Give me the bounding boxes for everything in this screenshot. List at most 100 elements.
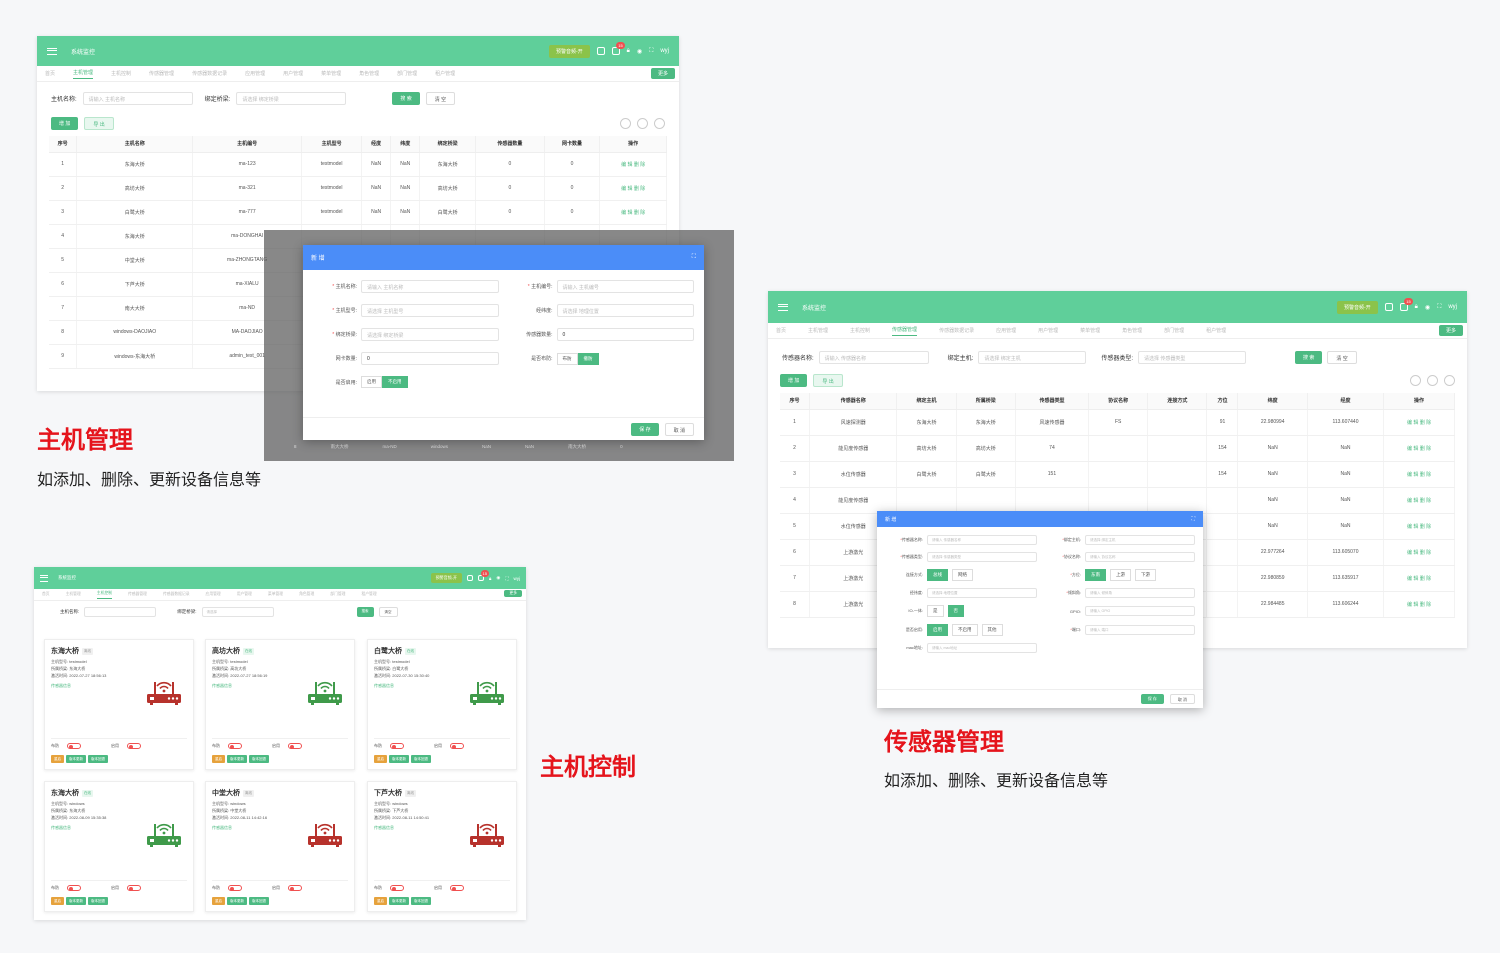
edit-link[interactable]: 编 辑 <box>1407 550 1418 556</box>
enable-toggle[interactable] <box>127 885 141 891</box>
table-row[interactable]: 1 风速探测器 东海大桥 东海大桥 风速传感器 FS 91 22.980994 113.6074… <box>780 409 1455 436</box>
more-button[interactable]: 更多 <box>1438 325 1463 336</box>
alarm-audio-button[interactable]: 预警音频-开 <box>430 573 462 583</box>
enable-on-option[interactable]: 启用 <box>361 376 382 388</box>
deploy-toggle[interactable] <box>67 885 81 891</box>
dir-upstream-option[interactable]: 上游 <box>1110 569 1131 581</box>
delete-link[interactable]: 删 除 <box>1420 420 1431 426</box>
refresh-icon[interactable] <box>620 118 631 129</box>
user-name[interactable]: wyj <box>660 48 669 54</box>
settings-icon[interactable] <box>1427 375 1438 386</box>
search-toggle-icon[interactable] <box>654 118 665 129</box>
host-name-input[interactable] <box>84 607 157 617</box>
tab-app-management[interactable]: 应用管理 <box>245 70 265 77</box>
more-button[interactable]: 更多 <box>504 590 522 597</box>
clear-button[interactable]: 清 空 <box>1327 351 1357 364</box>
export-button[interactable]: 导 出 <box>84 117 114 130</box>
deploy-off-option[interactable]: 撤防 <box>577 352 599 365</box>
delete-link[interactable]: 删 除 <box>1420 550 1431 556</box>
settings-icon[interactable] <box>637 118 648 129</box>
angle-field[interactable]: 请输入 倾斜角 <box>1085 588 1195 598</box>
version-rollback-button[interactable]: 版本回退 <box>411 897 431 905</box>
add-button[interactable]: 增 加 <box>780 374 808 387</box>
restart-button[interactable]: 重启 <box>51 755 64 763</box>
delete-link[interactable]: 删 除 <box>1420 472 1431 478</box>
tab-user-management[interactable]: 用户管理 <box>237 592 252 597</box>
edit-link[interactable]: 编 辑 <box>1407 602 1418 608</box>
version-rollback-button[interactable]: 版本回退 <box>249 755 269 763</box>
tab-host-control[interactable]: 主机控制 <box>96 591 112 599</box>
lnglat-field[interactable]: 请选择 地理位置 <box>556 304 694 317</box>
menu-icon[interactable] <box>778 303 788 311</box>
host-bind-field[interactable]: 请选择 绑定主机 <box>1085 535 1195 545</box>
bridge-field-select[interactable]: 请选择 绑定桥梁 <box>361 328 499 341</box>
tab-app-management[interactable]: 应用管理 <box>996 327 1016 334</box>
tab-sensor-management[interactable]: 传感器管理 <box>149 70 174 77</box>
dir-southeast-option[interactable]: 东南 <box>1085 569 1106 581</box>
tab-dept-management[interactable]: 部门管理 <box>1164 327 1184 334</box>
tab-dept-management[interactable]: 部门管理 <box>397 70 417 77</box>
more-button[interactable]: 更多 <box>650 68 675 79</box>
deploy-toggle[interactable] <box>390 743 404 749</box>
enable-toggle[interactable] <box>450 885 464 891</box>
bridge-select[interactable]: 请选择 绑定桥梁 <box>236 92 347 105</box>
delete-link[interactable]: 删 除 <box>1420 576 1431 582</box>
table-row[interactable]: 3 水位传感器 白鹭大桥 白鹭大桥 151 154 NaN NaN 编 辑 删 除 <box>780 461 1455 488</box>
delete-link[interactable]: 删 除 <box>1420 602 1431 608</box>
edit-link[interactable]: 编 辑 <box>1407 498 1418 504</box>
fullscreen-icon[interactable]: ⛶ <box>1437 304 1441 311</box>
tab-dept-management[interactable]: 部门管理 <box>330 592 345 597</box>
tab-home[interactable]: 首页 <box>45 70 55 77</box>
conn-bus-option[interactable]: 总线 <box>927 569 948 581</box>
user-name[interactable]: wyj <box>1448 304 1457 310</box>
version-rollback-button[interactable]: 版本回退 <box>411 755 431 763</box>
version-rollback-button[interactable]: 版本回退 <box>249 897 269 905</box>
protocol-field[interactable]: 请输入 协议名称 <box>1085 552 1195 562</box>
tab-host-control[interactable]: 主机控制 <box>111 70 131 77</box>
tab-menu-management[interactable]: 菜单管理 <box>268 592 283 597</box>
table-row[interactable]: 3 白鹭大桥 ma-777 testmodel NaN NaN 白鹭大桥 0 0 编 辑 删 除 <box>49 200 667 225</box>
edit-link[interactable]: 编 辑 <box>621 162 632 168</box>
delete-link[interactable]: 删 除 <box>1420 498 1431 504</box>
host-bind-select[interactable]: 请选择 绑定主机 <box>978 351 1087 364</box>
notification-icon[interactable]: 15 <box>478 570 489 581</box>
tab-role-management[interactable]: 角色管理 <box>299 592 314 597</box>
tab-menu-management[interactable]: 菜单管理 <box>321 70 341 77</box>
bridge-select[interactable]: 请选择 <box>201 607 274 617</box>
sensor-type-select[interactable]: 请选择 传感器类型 <box>1138 351 1247 364</box>
maximize-icon[interactable]: ⛶ <box>692 254 696 261</box>
lock-icon[interactable]: 🔒︎ <box>1415 304 1418 311</box>
enable-toggle[interactable] <box>288 743 302 749</box>
version-update-button[interactable]: 版本更新 <box>66 755 86 763</box>
fullscreen-icon[interactable]: ⛶ <box>505 576 508 581</box>
enable-toggle[interactable] <box>288 885 302 891</box>
menu-icon[interactable] <box>40 574 48 582</box>
version-update-button[interactable]: 版本更新 <box>389 897 409 905</box>
edit-link[interactable]: 编 辑 <box>621 210 632 216</box>
lock-icon[interactable]: 🔒︎ <box>627 48 630 55</box>
screen-icon[interactable] <box>467 575 473 581</box>
deploy-toggle[interactable] <box>67 743 81 749</box>
clear-button[interactable]: 清 空 <box>425 92 456 105</box>
sensor-name-field[interactable]: 请输入 传感器名称 <box>927 535 1037 545</box>
conn-net-option[interactable]: 网络 <box>952 569 973 581</box>
version-rollback-button[interactable]: 版本回退 <box>88 897 108 905</box>
cancel-button[interactable]: 取 消 <box>664 423 694 436</box>
table-row[interactable]: 2 高坊大桥 ma-321 testmodel NaN NaN 高坊大桥 0 0 编 辑 删 除 <box>49 176 667 201</box>
restart-button[interactable]: 重启 <box>212 897 225 905</box>
delete-link[interactable]: 删 除 <box>634 186 645 192</box>
screen-icon[interactable] <box>596 47 605 55</box>
tab-home[interactable]: 首页 <box>42 592 50 597</box>
edit-link[interactable]: 编 辑 <box>1407 576 1418 582</box>
restart-button[interactable]: 重启 <box>374 897 387 905</box>
restart-button[interactable]: 重启 <box>51 897 64 905</box>
io-no-option[interactable]: 否 <box>947 605 964 617</box>
tab-host-management[interactable]: 主机管理 <box>808 327 828 334</box>
deploy-on-option[interactable]: 布防 <box>556 352 578 365</box>
screen-icon[interactable] <box>1384 303 1393 311</box>
menu-icon[interactable] <box>47 47 57 55</box>
tab-role-management[interactable]: 角色管理 <box>1122 327 1142 334</box>
search-button[interactable]: 搜 索 <box>392 92 420 105</box>
lock-icon[interactable]: 🔒︎ <box>489 576 491 581</box>
host-code-field[interactable]: 请输入 主机编号 <box>556 280 694 293</box>
